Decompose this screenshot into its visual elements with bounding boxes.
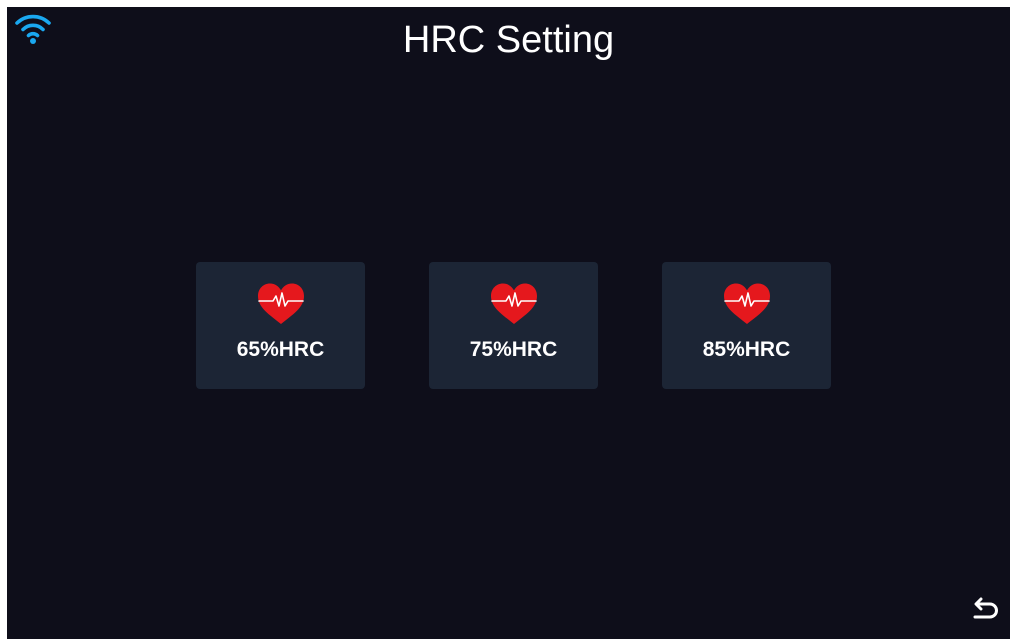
heart-pulse-icon xyxy=(490,283,537,324)
back-arrow-icon[interactable] xyxy=(971,597,999,623)
heart-pulse-icon xyxy=(723,283,770,324)
hrc-option-75[interactable]: 75%HRC xyxy=(429,262,598,389)
hrc-option-65[interactable]: 65%HRC xyxy=(196,262,365,389)
hrc-option-85[interactable]: 85%HRC xyxy=(662,262,831,389)
hrc-option-label: 85%HRC xyxy=(702,338,791,361)
hrc-options: 65%HRC 75%HRC 85%HRC xyxy=(196,262,831,389)
hrc-option-label: 75%HRC xyxy=(469,338,558,361)
hrc-setting-screen: HRC Setting 65%HRC 75%HRC 85%HRC xyxy=(7,7,1010,639)
hrc-option-label: 65%HRC xyxy=(236,338,325,361)
heart-pulse-icon xyxy=(257,283,304,324)
page-title: HRC Setting xyxy=(402,19,615,61)
